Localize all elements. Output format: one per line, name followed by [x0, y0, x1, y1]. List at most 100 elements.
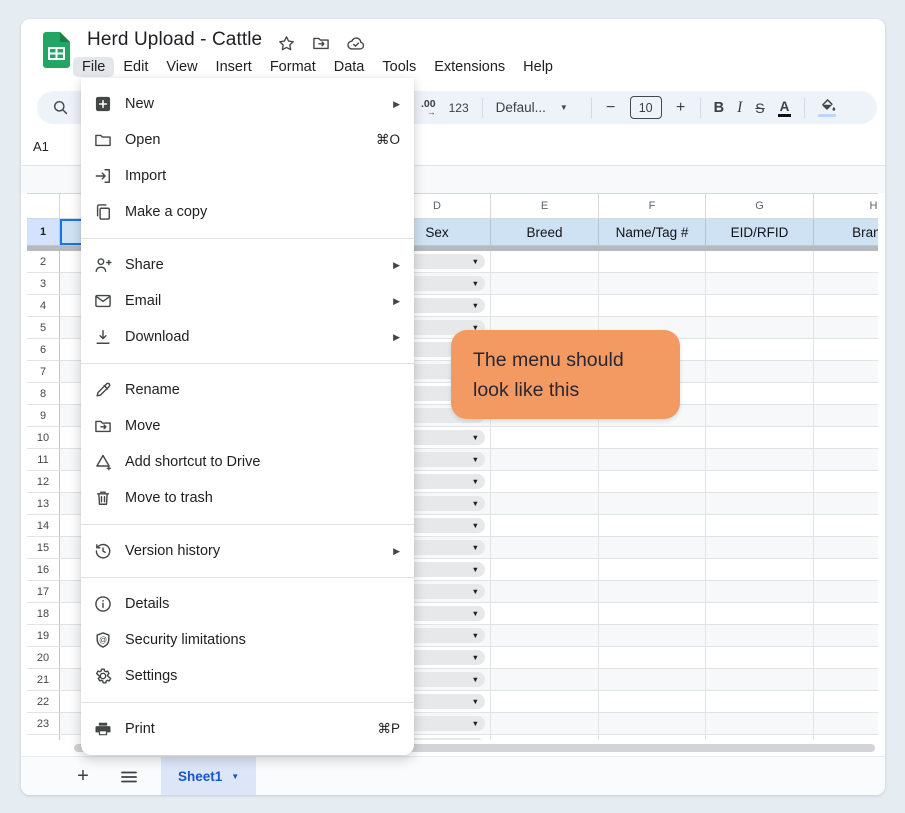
row-header-15[interactable]: 15: [27, 537, 60, 559]
menu-item-make-a-copy[interactable]: Make a copy: [81, 194, 414, 230]
text-color-button[interactable]: A: [778, 99, 792, 117]
cell-e20[interactable]: [491, 647, 599, 669]
header-cell-g1[interactable]: EID/RFID: [706, 219, 814, 246]
row-header-11[interactable]: 11: [27, 449, 60, 471]
cell-g12[interactable]: [706, 471, 814, 493]
row-header-9[interactable]: 9: [27, 405, 60, 427]
cell-f4[interactable]: [599, 295, 706, 317]
bold-button[interactable]: B: [714, 100, 724, 116]
cell-f17[interactable]: [599, 581, 706, 603]
menu-item-details[interactable]: Details: [81, 586, 414, 622]
cell-h12[interactable]: [814, 471, 878, 493]
cell-e17[interactable]: [491, 581, 599, 603]
cell-h21[interactable]: [814, 669, 878, 691]
cell-h9[interactable]: [814, 405, 878, 427]
cell-h14[interactable]: [814, 515, 878, 537]
cell-g4[interactable]: [706, 295, 814, 317]
all-sheets-icon[interactable]: [117, 765, 141, 789]
column-header-e[interactable]: E: [491, 193, 599, 219]
cell-e16[interactable]: [491, 559, 599, 581]
menubar-data[interactable]: Data: [325, 57, 374, 77]
cell-g6[interactable]: [706, 339, 814, 361]
cell-g5[interactable]: [706, 317, 814, 339]
cell-h2[interactable]: [814, 251, 878, 273]
cloud-check-icon[interactable]: [346, 33, 366, 53]
name-box[interactable]: A1: [33, 139, 49, 154]
header-cell-h1[interactable]: Brands: [814, 219, 878, 246]
menubar-edit[interactable]: Edit: [114, 57, 157, 77]
add-sheet-button[interactable]: +: [71, 765, 95, 789]
column-header-g[interactable]: G: [706, 193, 814, 219]
cell-h18[interactable]: [814, 603, 878, 625]
row-header-2[interactable]: 2: [27, 251, 60, 273]
cell-e3[interactable]: [491, 273, 599, 295]
column-header-h[interactable]: H: [814, 193, 878, 219]
cell-e15[interactable]: [491, 537, 599, 559]
cell-f12[interactable]: [599, 471, 706, 493]
cell-e2[interactable]: [491, 251, 599, 273]
cell-e11[interactable]: [491, 449, 599, 471]
menu-item-security-limitations[interactable]: @Security limitations: [81, 622, 414, 658]
row-header-18[interactable]: 18: [27, 603, 60, 625]
cell-e12[interactable]: [491, 471, 599, 493]
menubar-file[interactable]: File: [73, 57, 114, 77]
dropdown-chip[interactable]: ▼: [405, 254, 485, 269]
column-header-f[interactable]: F: [599, 193, 706, 219]
cell-g11[interactable]: [706, 449, 814, 471]
menu-item-add-shortcut-to-drive[interactable]: Add shortcut to Drive: [81, 444, 414, 480]
dropdown-chip[interactable]: ▼: [405, 474, 485, 489]
cell-f23[interactable]: [599, 713, 706, 735]
document-title[interactable]: Herd Upload - Cattle: [87, 29, 262, 51]
cell-f15[interactable]: [599, 537, 706, 559]
cell-g20[interactable]: [706, 647, 814, 669]
select-all-corner[interactable]: [27, 193, 60, 219]
cell-h10[interactable]: [814, 427, 878, 449]
cell-e13[interactable]: [491, 493, 599, 515]
menubar-help[interactable]: Help: [514, 57, 562, 77]
cell-g15[interactable]: [706, 537, 814, 559]
header-cell-f1[interactable]: Name/Tag #: [599, 219, 706, 246]
sheet-tab-sheet1[interactable]: Sheet1 ▼: [161, 757, 256, 795]
cell-f22[interactable]: [599, 691, 706, 713]
row-header-8[interactable]: 8: [27, 383, 60, 405]
cell-f2[interactable]: [599, 251, 706, 273]
dropdown-chip[interactable]: ▼: [405, 430, 485, 445]
header-cell-e1[interactable]: Breed: [491, 219, 599, 246]
row-header-16[interactable]: 16: [27, 559, 60, 581]
cell-f20[interactable]: [599, 647, 706, 669]
cell-g17[interactable]: [706, 581, 814, 603]
cell-h15[interactable]: [814, 537, 878, 559]
dropdown-chip[interactable]: ▼: [405, 562, 485, 577]
menubar-format[interactable]: Format: [261, 57, 325, 77]
italic-button[interactable]: I: [737, 99, 742, 117]
cell-h8[interactable]: [814, 383, 878, 405]
menubar-view[interactable]: View: [157, 57, 206, 77]
cell-f11[interactable]: [599, 449, 706, 471]
cell-h20[interactable]: [814, 647, 878, 669]
row-header-7[interactable]: 7: [27, 361, 60, 383]
increase-font-size-button[interactable]: +: [675, 99, 687, 117]
cell-e4[interactable]: [491, 295, 599, 317]
row-header-6[interactable]: 6: [27, 339, 60, 361]
menu-item-open[interactable]: Open⌘O: [81, 122, 414, 158]
decrease-decimal-button[interactable]: .00→: [421, 100, 436, 116]
cell-h6[interactable]: [814, 339, 878, 361]
cell-g16[interactable]: [706, 559, 814, 581]
menu-item-print[interactable]: Print⌘P: [81, 711, 414, 747]
row-header-20[interactable]: 20: [27, 647, 60, 669]
cell-f3[interactable]: [599, 273, 706, 295]
star-icon[interactable]: [276, 33, 296, 53]
cell-g13[interactable]: [706, 493, 814, 515]
cell-h5[interactable]: [814, 317, 878, 339]
row-header-1[interactable]: 1: [27, 219, 60, 246]
cell-g3[interactable]: [706, 273, 814, 295]
menu-item-move-to-trash[interactable]: Move to trash: [81, 480, 414, 516]
dropdown-chip[interactable]: ▼: [405, 672, 485, 687]
dropdown-chip[interactable]: ▼: [405, 496, 485, 511]
cell-g9[interactable]: [706, 405, 814, 427]
row-header-23[interactable]: 23: [27, 713, 60, 735]
cell-g14[interactable]: [706, 515, 814, 537]
decrease-font-size-button[interactable]: −: [605, 99, 617, 117]
menu-item-download[interactable]: Download▶: [81, 319, 414, 355]
cell-e23[interactable]: [491, 713, 599, 735]
